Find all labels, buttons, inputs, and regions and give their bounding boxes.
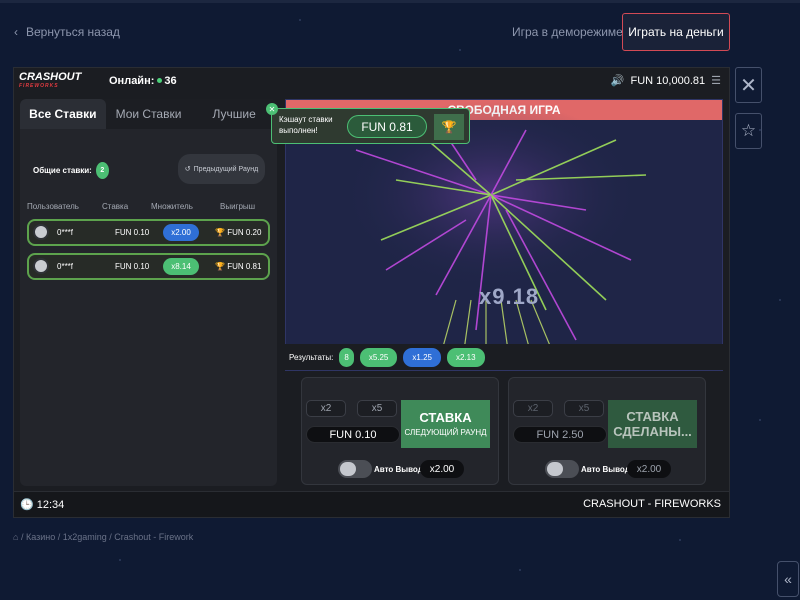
multiplier-badge: x2.00 xyxy=(163,224,199,241)
bet-panel-2: x2 x5 FUN 2.50 СТАВКА СДЕЛАНЫ... Авто Вы… xyxy=(508,377,706,485)
balance-value: FUN 10,000.81 xyxy=(630,74,706,87)
trophy-icon: 🏆 xyxy=(215,228,225,237)
trophy-icon: 🏆 xyxy=(434,114,464,140)
auto-cashout-value[interactable]: x2.00 xyxy=(627,460,671,478)
trophy-icon: 🏆 xyxy=(215,262,225,271)
auto-cashout-label: Авто Вывод xyxy=(581,465,630,474)
previous-round-button[interactable]: ↺ Предыдущий Раунд xyxy=(178,154,265,184)
tab-top[interactable]: Лучшие xyxy=(191,99,277,129)
table-row: 0***f FUN 0.10 x2.00 🏆 FUN 0.20 xyxy=(27,219,270,246)
back-label: Вернуться назад xyxy=(26,25,120,39)
quick-x2-button[interactable]: x2 xyxy=(306,400,346,417)
result-chip: x2.13 xyxy=(446,347,485,367)
result-chip: x1.25 xyxy=(403,347,441,367)
close-button[interactable]: ✕ xyxy=(735,67,762,103)
favorite-button[interactable]: ☆ xyxy=(735,113,762,149)
close-icon: ✕ xyxy=(740,74,757,97)
home-icon[interactable]: ⌂ xyxy=(13,532,18,542)
sound-icon[interactable]: 🔊 xyxy=(611,74,625,87)
cashout-message: Кэшаут ставки выполнен! xyxy=(279,115,333,135)
bet-amount-input[interactable]: FUN 0.10 xyxy=(306,426,400,443)
col-win: Выигрыш xyxy=(220,202,256,211)
col-multiplier: Множитель xyxy=(151,202,193,211)
history-icon: ↺ xyxy=(184,166,191,173)
total-bets: Общие ставки: 2 xyxy=(33,162,109,179)
menu-icon[interactable]: ☰ xyxy=(711,74,721,87)
result-chip: x5.25 xyxy=(359,347,398,367)
place-bet-button[interactable]: СТАВКА СЛЕДУЮЩИЙ РАУНД xyxy=(401,400,490,448)
total-bets-count: 2 xyxy=(95,162,109,179)
game-header: CRASHOUT FIREWORKS Онлайн: 36 🔊 FUN 10,00… xyxy=(14,68,729,95)
bets-placed-button[interactable]: СТАВКА СДЕЛАНЫ... xyxy=(608,400,697,448)
result-chip: 8 xyxy=(339,347,354,367)
game-window: CRASHOUT FIREWORKS Онлайн: 36 🔊 FUN 10,00… xyxy=(13,67,730,518)
balance: 🔊 FUN 10,000.81 ☰ xyxy=(611,74,721,88)
top-border xyxy=(0,0,800,3)
auto-cashout-value[interactable]: x2.00 xyxy=(420,460,464,478)
col-user: Пользователь xyxy=(27,202,79,211)
star-icon: ☆ xyxy=(740,121,757,140)
auto-cashout-toggle[interactable] xyxy=(545,460,579,478)
online-dot-icon xyxy=(157,78,163,83)
avatar xyxy=(33,224,49,240)
game-name: CRASHOUT - FIREWORKS xyxy=(583,498,721,510)
bet-panel-1: x2 x5 FUN 0.10 СТАВКА СЛЕДУЮЩИЙ РАУНД Ав… xyxy=(301,377,499,485)
bets-panel: Все Ставки Мои Ставки Лучшие Общие ставк… xyxy=(20,99,277,486)
results-label: Результаты: xyxy=(289,352,334,362)
demo-mode-link[interactable]: Игра в деморежиме xyxy=(512,25,623,39)
breadcrumb: ⌂ / Казино / 1x2gaming / Crashout - Fire… xyxy=(13,532,194,542)
play-for-money-button[interactable]: Играть на деньги xyxy=(622,13,730,51)
bet-amount-input[interactable]: FUN 2.50 xyxy=(513,426,607,443)
tab-my-bets[interactable]: Мои Ставки xyxy=(106,99,192,129)
game-logo: CRASHOUT FIREWORKS xyxy=(19,71,82,90)
clock-icon: 🕒 xyxy=(20,499,34,511)
current-multiplier: x9.18 xyxy=(479,284,540,309)
cashout-toast: ✕ Кэшаут ставки выполнен! FUN 0.81 🏆 xyxy=(266,103,470,144)
close-toast-button[interactable]: ✕ xyxy=(266,103,278,115)
results-bar: Результаты: 8 x5.25 x1.25 x2.13 xyxy=(285,344,723,370)
avatar xyxy=(33,258,49,274)
multiplier-badge: x8.14 xyxy=(163,258,199,275)
bets-tabs: Все Ставки Мои Ставки Лучшие xyxy=(20,99,277,129)
game-footer: 🕒 12:34 CRASHOUT - FIREWORKS xyxy=(14,491,729,517)
cashout-amount: FUN 0.81 xyxy=(347,115,427,138)
back-link[interactable]: ‹ Вернуться назад xyxy=(14,25,120,39)
col-stake: Ставка xyxy=(102,202,129,211)
tab-all-bets[interactable]: Все Ставки xyxy=(20,99,106,129)
quick-x2-button[interactable]: x2 xyxy=(513,400,553,417)
table-row: 0***f FUN 0.10 x8.14 🏆 FUN 0.81 xyxy=(27,253,270,280)
chevron-left-icon: ‹ xyxy=(14,25,18,39)
double-chevron-left-icon: « xyxy=(784,571,792,587)
close-icon: ✕ xyxy=(268,104,276,114)
auto-cashout-label: Авто Вывод xyxy=(374,465,423,474)
quick-x5-button[interactable]: x5 xyxy=(564,400,604,417)
quick-x5-button[interactable]: x5 xyxy=(357,400,397,417)
auto-cashout-toggle[interactable] xyxy=(338,460,372,478)
online-counter: Онлайн: 36 xyxy=(109,75,177,87)
collapse-button[interactable]: « xyxy=(777,561,799,597)
clock: 🕒 12:34 xyxy=(20,499,65,511)
